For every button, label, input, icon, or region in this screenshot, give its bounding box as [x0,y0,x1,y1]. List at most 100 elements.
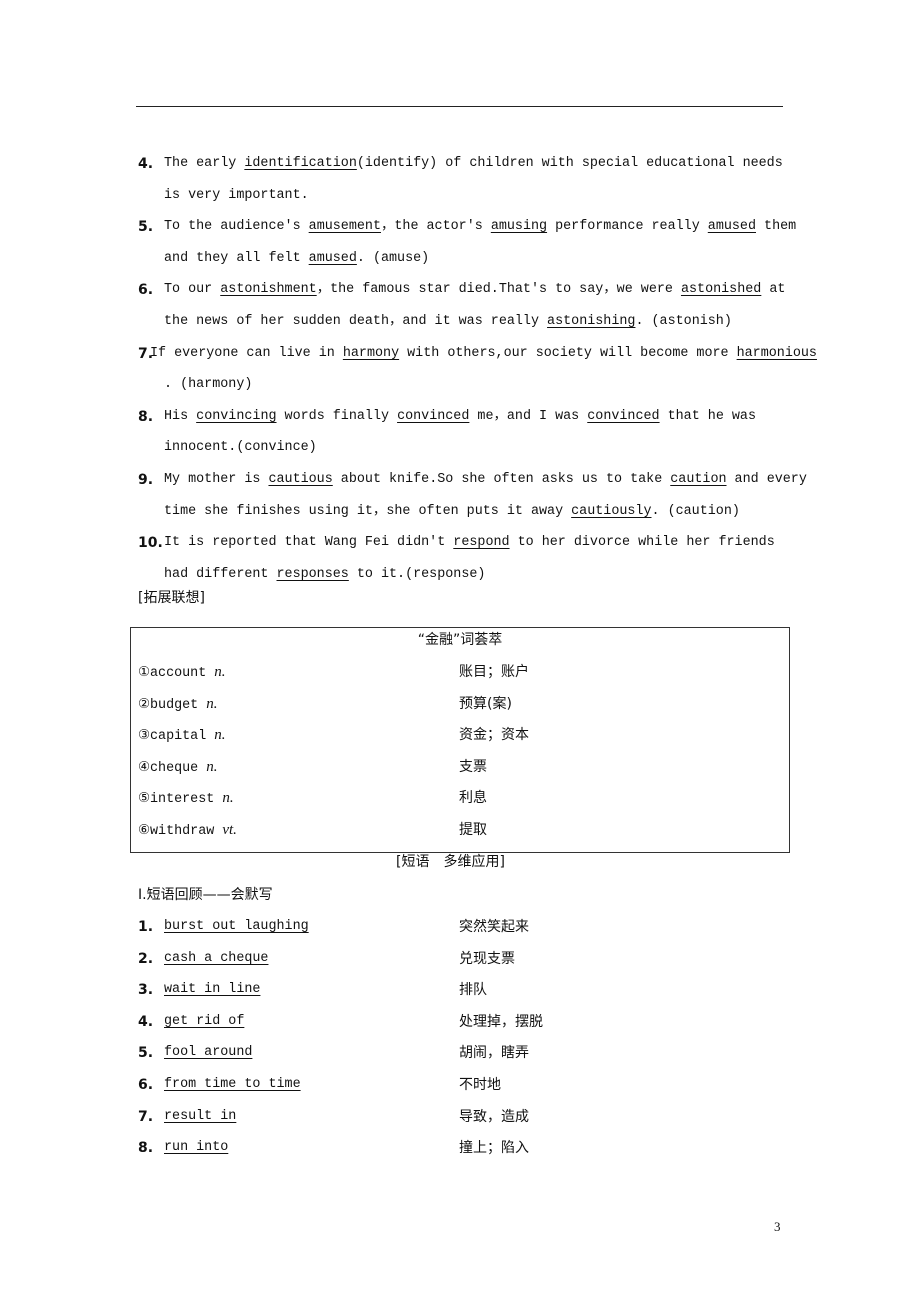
part-of-speech: n. [214,727,226,744]
sentence-text: me，and I was [469,408,588,424]
expand-heading: [拓展联想] [138,590,205,606]
phrase-answer: result in [164,1108,237,1124]
phrase-meaning: 兑现支票 [459,950,515,967]
vocab-word: ⑥withdraw [138,824,223,839]
phrase-number: 7. [138,1108,154,1125]
sentence-text: It is reported that Wang Fei didn't [164,535,454,551]
answer-blank: convinced [587,408,660,424]
phrase-meaning: 导致，造成 [459,1108,529,1125]
answer-blank: identification [244,156,357,171]
answer-blank: astonished [680,282,762,298]
exercise-line: To the audience's amusement，the actor's … [164,217,796,237]
phrase-answer: fool around [164,1045,253,1061]
exercise-line: the news of her sudden death，and it was … [164,312,732,332]
exercise-line: It is reported that Wang Fei didn't resp… [164,533,775,553]
exercise-number: 5. [138,219,154,236]
exercise-line: My mother is cautious about knife.So she… [164,470,807,490]
vocab-word: ③capital [138,729,215,745]
exercise-line: If everyone can live in harmony with oth… [150,344,817,364]
answer-blank: astonishing [547,314,636,329]
sentence-text: is very important. [164,187,309,203]
answer-blank: harmonious [736,345,817,361]
answer-blank: convinced [397,408,470,424]
exercise-line: had different responses to it.(response) [164,565,485,585]
sentence-text: performance really [547,219,708,235]
sentence-text: and they all felt [164,250,309,266]
exercise-number: 4. [138,156,154,172]
vocab-word: ⑤interest [138,792,223,808]
phrase-number: 8. [138,1140,154,1157]
sentence-text: ，the famous star died.That's to say，we w… [316,282,681,298]
vocab-term: ③capital n. [138,725,226,745]
phrase-meaning: 处理掉，摆脱 [459,1013,543,1030]
sentence-text: time she finishes using it，she often put… [164,503,572,519]
phrase-answer: burst out laughing [164,919,309,934]
answer-blank: responses [276,566,349,582]
part-of-speech: n. [206,758,218,775]
answer-blank: convincing [196,408,277,424]
phrase-meaning: 不时地 [459,1077,501,1093]
part-of-speech: n. [206,695,218,712]
exercise-line: The early identification(identify) of ch… [164,154,783,174]
sentence-text: the news of her sudden death，and it was … [164,314,548,329]
exercise-line: time she finishes using it，she often put… [164,502,740,522]
phrase-number: 5. [138,1045,154,1062]
phrase-number: 1. [138,919,154,935]
vocab-meaning: 账目；账户 [459,664,529,680]
phrase-number: 2. [138,950,154,967]
exercise-line: His convincing words finally convinced m… [164,407,756,427]
sentence-text: to it.(response) [348,566,486,582]
answer-blank: amusing [490,219,548,235]
header-rule [136,106,783,107]
sentence-text: (identify) of children with special educ… [356,156,783,171]
document-page: [拓展联想] “金融”词荟萃 [短语 多维应用] Ⅰ.短语回顾——会默写 3 4… [0,0,920,1302]
sentence-text: and every [726,472,807,487]
sentence-text: had different [164,566,277,582]
exercise-line: To our astonishment，the famous star died… [164,280,785,300]
part-of-speech: n. [214,664,226,680]
vocab-meaning: 利息 [459,790,487,807]
phrase-number: 4. [138,1013,154,1030]
exercise-line: innocent.(convince) [164,438,317,458]
answer-blank: harmony [342,345,400,361]
vocab-term: ②budget n. [138,694,218,714]
sentence-text: To our [164,282,221,298]
exercise-line: and they all felt amused. (amuse) [164,249,429,269]
exercise-line: is very important. [164,186,309,206]
answer-blank: astonishment [220,282,317,298]
phrase-number: 3. [138,982,154,999]
vocab-term: ①account n. [138,662,226,682]
exercise-number: 6. [138,282,154,299]
sentence-text: with others,our society will become more [399,345,737,361]
phrase-answer: from time to time [164,1077,301,1092]
exercise-number: 8. [138,408,154,425]
exercise-line: . (harmony) [164,375,252,395]
phrase-answer: get rid of [164,1013,245,1029]
part-of-speech: vt. [222,822,237,838]
exercise-number: 9. [138,472,154,488]
phrase-meaning: 突然笑起来 [459,919,529,935]
vocab-meaning: 提取 [459,822,487,838]
vocab-meaning: 预算(案) [459,695,512,712]
sentence-text: innocent.(convince) [164,440,317,456]
answer-blank: amused [308,250,357,266]
sentence-text: . (astonish) [635,314,732,329]
part-of-speech: n. [222,790,234,807]
sentence-text: . (caution) [651,503,740,519]
sentence-text: that he was [659,408,757,424]
phrase-meaning: 排队 [459,982,487,999]
sentence-text: about knife.So she often asks us to take [332,472,671,487]
vocab-box-title: “金融”词荟萃 [417,632,503,648]
exercise-number: 10. [138,535,163,552]
answer-blank: caution [670,472,727,487]
sentence-text: to her divorce while her friends [509,535,775,551]
phrase-number: 6. [138,1077,154,1093]
vocab-meaning: 支票 [459,758,487,775]
sentence-text: at [761,282,786,298]
phrase-answer: run into [164,1140,229,1156]
vocab-word: ①account [138,666,215,681]
sentence-text: words finally [276,408,398,424]
vocab-term: ⑥withdraw vt. [138,820,237,840]
answer-blank: respond [453,535,510,551]
vocab-word: ②budget [138,697,207,713]
